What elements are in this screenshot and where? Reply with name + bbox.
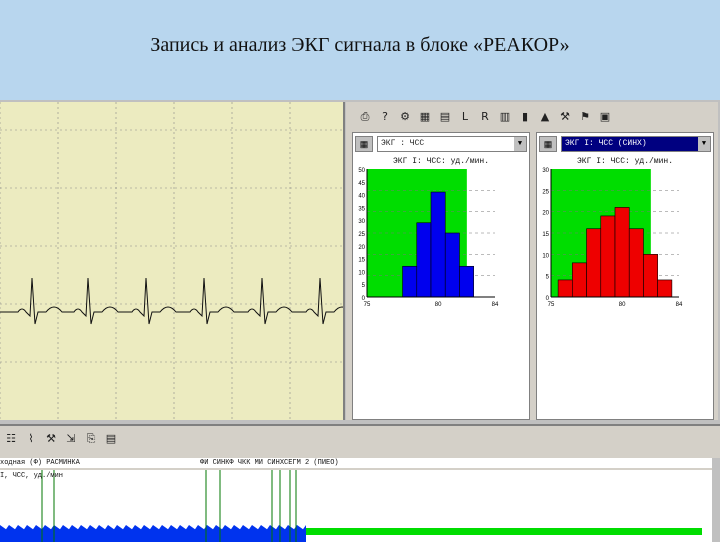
histogram-bar <box>444 232 460 298</box>
help-icon[interactable]: ? <box>376 108 394 126</box>
histogram-bar <box>643 254 658 298</box>
y-tick-label: 30 <box>542 168 549 174</box>
bars-icon[interactable]: ▮ <box>516 108 534 126</box>
y-tick-label: 40 <box>358 194 365 200</box>
y-tick-label: 45 <box>358 181 365 187</box>
x-tick-label: 80 <box>619 302 626 308</box>
r-icon[interactable]: R <box>476 108 494 126</box>
trend-axis-label: I, ЧСС, уд./мин <box>0 472 64 480</box>
histogram-left: ▦ ЭКГ : ЧСС ▼ ЭКГ I: ЧСС: уд./мин. 50 45 40… <box>352 132 530 420</box>
trend-header: ходная (Ф) РАСМИНКА ФИ СИНКФ ЧКК МИ СИНХ… <box>0 458 712 468</box>
histogram-bar <box>586 228 602 298</box>
y-tick-label: 25 <box>358 232 365 238</box>
y-tick-label: 25 <box>542 189 549 195</box>
histogram-icon[interactable]: ▥ <box>496 108 514 126</box>
histogram-title: ЭКГ I: ЧСС: уд./мин. <box>392 157 489 166</box>
y-tick-label: 50 <box>358 168 365 174</box>
histogram-title: ЭКГ I: ЧСС: уд./мин. <box>576 157 673 166</box>
export-icon[interactable]: ⇲ <box>62 430 80 448</box>
histogram-settings-icon[interactable]: ▦ <box>539 136 557 152</box>
y-tick-label: 20 <box>358 245 365 251</box>
x-tick-label: 84 <box>676 302 683 308</box>
y-tick-label: 30 <box>358 219 365 225</box>
histogram-right-chart: 30252015105075 80 84 <box>542 168 683 308</box>
x-tick-label: 84 <box>492 302 499 308</box>
y-tick-label: 10 <box>358 270 365 276</box>
y-tick-label: 35 <box>358 206 365 212</box>
table-icon[interactable]: ☷ <box>2 430 20 448</box>
baseline-band <box>306 528 702 535</box>
y-tick-label: 5 <box>546 275 550 281</box>
printer-icon[interactable]: ⎙ <box>356 108 374 126</box>
copy-icon[interactable]: ⎘ <box>82 430 100 448</box>
x-tick-label: 75 <box>548 302 555 308</box>
y-tick-label: 5 <box>362 283 366 289</box>
histogram-bar <box>614 207 630 298</box>
trend-panel: ☷ ⌇ ⚒ ⇲ ⎘ ▤ ходная (Ф) РАСМИНКА ФИ СИНКФ… <box>0 424 720 542</box>
l-icon[interactable]: L <box>456 108 474 126</box>
vertical-scrollbar[interactable] <box>712 458 720 542</box>
ecg-trace <box>0 277 343 325</box>
x-tick-label: 80 <box>435 302 442 308</box>
trend-toolbar: ☷ ⌇ ⚒ ⇲ ⎘ ▤ <box>2 430 120 448</box>
trend-chart: I, ЧСС, уд./мин <box>0 470 712 542</box>
channel-select-right[interactable]: ЭКГ I: ЧСС (СИНХ) ▼ <box>561 136 711 152</box>
chevron-down-icon[interactable]: ▼ <box>514 137 526 151</box>
histogram-bar <box>416 222 432 298</box>
histogram-bar <box>600 215 616 298</box>
histogram-bar <box>459 265 474 298</box>
histogram-right: ▦ ЭКГ I: ЧСС (СИНХ) ▼ ЭКГ I: ЧСС: уд./мин… <box>536 132 714 420</box>
settings-icon[interactable]: ⚙ <box>396 108 414 126</box>
histogram-bar <box>402 265 418 298</box>
table-icon[interactable]: ▦ <box>416 108 434 126</box>
y-tick-label: 10 <box>542 253 549 259</box>
histogram-bar <box>572 262 587 298</box>
ecg-signal-panel <box>0 102 345 420</box>
grid-icon[interactable]: ▤ <box>102 430 120 448</box>
flag-icon[interactable]: ⚑ <box>576 108 594 126</box>
channel-select-left[interactable]: ЭКГ : ЧСС ▼ <box>377 136 527 152</box>
reakor-window: ⎙? ⚙ ▦ ▤ L R ▥ ▮ ▲ ⚒ ⚑ ▣ ▦ ЭКГ : ЧСС ▼ ЭКГ I: ЧСС: у… <box>0 100 720 542</box>
trend-svg <box>0 470 702 542</box>
chart-icon[interactable]: ⌇ <box>22 430 40 448</box>
analysis-toolbar: ⎙? ⚙ ▦ ▤ L R ▥ ▮ ▲ ⚒ ⚑ ▣ <box>356 108 614 128</box>
histogram-left-chart: 5045403530252015105075 80 84 <box>358 168 499 308</box>
y-tick-label: 15 <box>542 232 549 238</box>
histogram-bar <box>557 279 573 298</box>
hr-signal-area <box>0 525 306 542</box>
tools-icon[interactable]: ⚒ <box>556 108 574 126</box>
histogram-bar <box>430 191 446 298</box>
grid-icon[interactable]: ▤ <box>436 108 454 126</box>
slide-title: Запись и анализ ЭКГ сигнала в блоке «РЕА… <box>150 34 570 56</box>
tools-icon[interactable]: ⚒ <box>42 430 60 448</box>
export-icon[interactable]: ▣ <box>596 108 614 126</box>
chevron-down-icon[interactable]: ▼ <box>698 137 710 151</box>
chart-icon[interactable]: ▲ <box>536 108 554 126</box>
histogram-settings-icon[interactable]: ▦ <box>355 136 373 152</box>
y-tick-label: 15 <box>358 258 365 264</box>
histogram-bar <box>657 279 673 298</box>
analysis-panel: ⎙? ⚙ ▦ ▤ L R ▥ ▮ ▲ ⚒ ⚑ ▣ ▦ ЭКГ : ЧСС ▼ ЭКГ I: ЧСС: у… <box>346 102 718 420</box>
y-tick-label: 20 <box>542 211 549 217</box>
histogram-bar <box>628 228 644 298</box>
x-tick-label: 75 <box>364 302 371 308</box>
ecg-waveform <box>0 102 343 420</box>
